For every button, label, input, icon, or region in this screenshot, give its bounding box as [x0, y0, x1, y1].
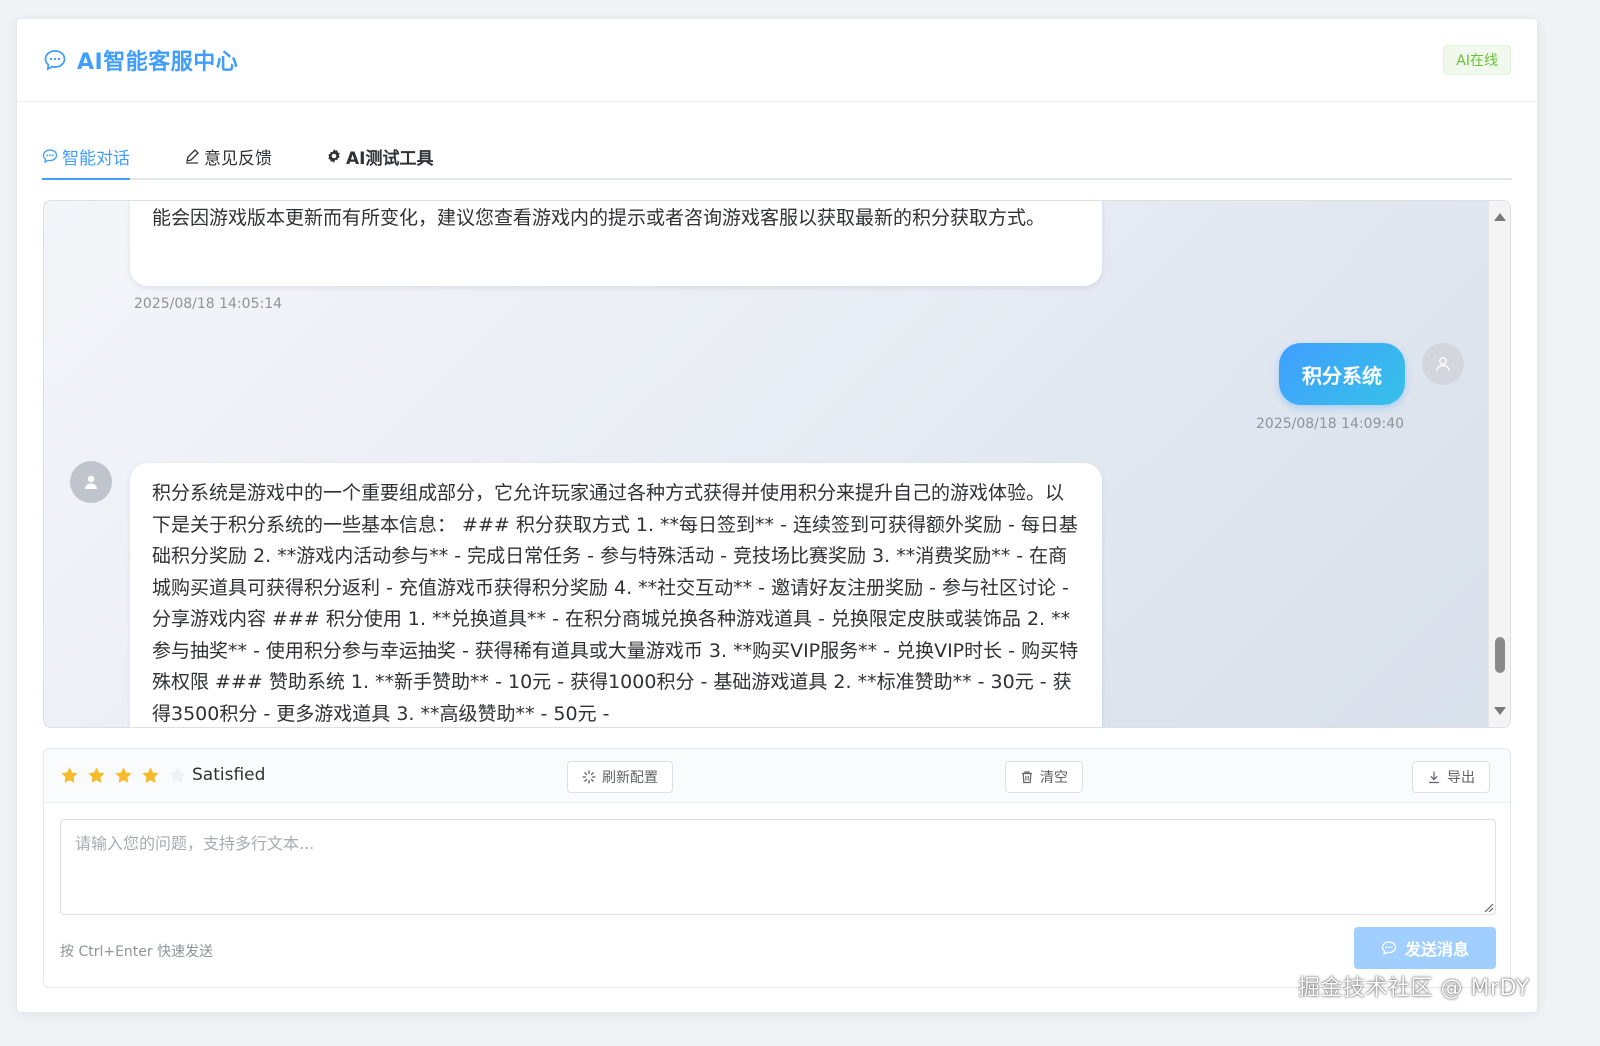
- page-title: AI智能客服中心: [77, 50, 239, 75]
- tab-feedback-label: 意见反馈: [204, 148, 272, 169]
- edit-icon: [184, 148, 200, 164]
- user-avatar: [1422, 343, 1464, 385]
- chat-icon: [42, 148, 58, 164]
- bot-message-text: 积分系统是游戏中的一个重要组成部分，它允许玩家通过各种方式获得并使用积分来提升自…: [152, 482, 1079, 725]
- send-shortcut-hint: 按 Ctrl+Enter 快速发送: [60, 944, 214, 960]
- loading-icon: [582, 770, 596, 784]
- star-icon[interactable]: [87, 766, 106, 785]
- input-panel: Satisfied 刷新配置 清空 导出 请输入您的问题，支持多行文本... 按…: [43, 748, 1511, 988]
- bot-message-bubble: 积分系统是游戏中的一个重要组成部分，它允许玩家通过各种方式获得并使用积分来提升自…: [130, 463, 1102, 727]
- export-button[interactable]: 导出: [1412, 761, 1490, 793]
- tab-bar: 智能对话 意见反馈 AI测试工具: [42, 134, 1512, 180]
- refresh-config-button[interactable]: 刷新配置: [567, 761, 673, 793]
- bot-avatar: [70, 461, 112, 503]
- watermark: 掘金技术社区 @ MrDY: [1298, 976, 1530, 1001]
- tab-ai-test-tools[interactable]: AI测试工具: [326, 134, 433, 178]
- message-timestamp: 2025/08/18 14:05:14: [134, 296, 283, 312]
- tab-chat[interactable]: 智能对话: [42, 134, 130, 180]
- message-timestamp: 2025/08/18 14:09:40: [1256, 416, 1405, 432]
- scroll-up-arrow-icon[interactable]: [1494, 213, 1506, 221]
- scrollbar-thumb[interactable]: [1495, 637, 1505, 673]
- star-icon[interactable]: [114, 766, 133, 785]
- chat-icon: [1381, 940, 1397, 956]
- clear-label: 清空: [1040, 770, 1068, 786]
- user-message-bubble: 积分系统: [1279, 343, 1405, 405]
- download-icon: [1427, 770, 1441, 784]
- satisfaction-rating[interactable]: [60, 766, 187, 785]
- resize-handle-icon[interactable]: [1482, 901, 1494, 913]
- star-empty-icon[interactable]: [168, 766, 187, 785]
- clear-button[interactable]: 清空: [1005, 761, 1083, 793]
- user-message-text: 积分系统: [1302, 363, 1382, 388]
- tab-ai-test-tools-label: AI测试工具: [346, 148, 434, 169]
- tab-feedback[interactable]: 意见反馈: [184, 134, 272, 178]
- user-icon: [85, 475, 97, 489]
- rating-text: Satisfied: [192, 765, 266, 785]
- ai-status-badge: AI在线: [1443, 45, 1511, 75]
- star-icon[interactable]: [141, 766, 160, 785]
- bot-message-text: 能会因游戏版本更新而有所变化，建议您查看游戏内的提示或者咨询游戏客服以获取最新的…: [152, 207, 1046, 229]
- gear-icon: [326, 148, 342, 164]
- question-input[interactable]: [60, 819, 1496, 915]
- send-message-button[interactable]: 发送消息: [1354, 927, 1496, 969]
- card-header: AI智能客服中心 AI在线: [17, 19, 1537, 102]
- chat-message-area[interactable]: 能会因游戏版本更新而有所变化，建议您查看游戏内的提示或者咨询游戏客服以获取最新的…: [43, 200, 1511, 728]
- input-toolbar: Satisfied 刷新配置 清空 导出: [44, 749, 1510, 803]
- star-icon[interactable]: [60, 766, 79, 785]
- bot-message-bubble: 能会因游戏版本更新而有所变化，建议您查看游戏内的提示或者咨询游戏客服以获取最新的…: [130, 201, 1102, 286]
- chat-bubble-icon: [43, 48, 67, 72]
- title-wrap: AI智能客服中心: [43, 44, 238, 76]
- export-label: 导出: [1447, 770, 1475, 786]
- refresh-config-label: 刷新配置: [602, 770, 658, 786]
- user-icon: [1436, 357, 1450, 372]
- send-message-label: 发送消息: [1404, 940, 1469, 959]
- trash-icon: [1020, 770, 1034, 784]
- message-list: 能会因游戏版本更新而有所变化，建议您查看游戏内的提示或者咨询游戏客服以获取最新的…: [44, 201, 1488, 727]
- chat-scrollbar[interactable]: [1488, 201, 1510, 727]
- scroll-down-arrow-icon[interactable]: [1494, 707, 1506, 715]
- tab-chat-label: 智能对话: [62, 148, 130, 169]
